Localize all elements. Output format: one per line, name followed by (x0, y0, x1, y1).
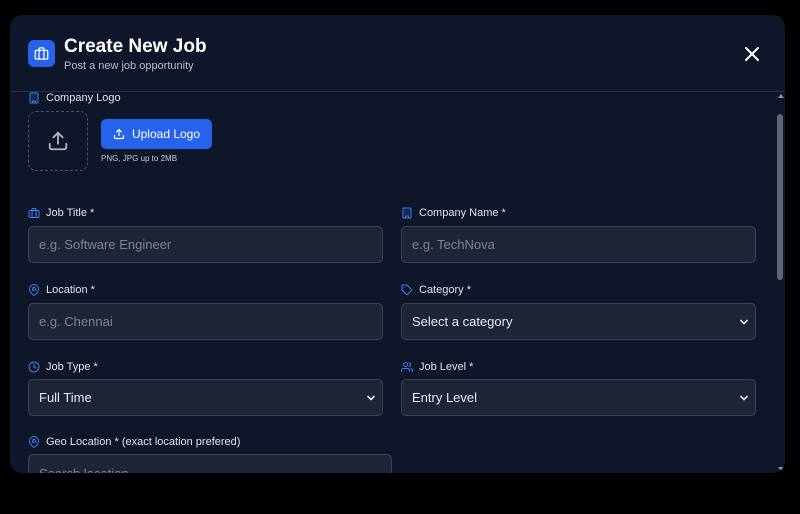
job-level-select-value: Entry Level (412, 390, 478, 405)
scrollbar-thumb[interactable] (777, 114, 783, 280)
category-label-text: Category * (419, 284, 471, 296)
geo-location-label: Geo Location * (exact location prefered) (28, 436, 240, 448)
upload-icon (113, 128, 125, 140)
scroll-up-arrow-icon[interactable] (778, 94, 784, 98)
geo-location-search-input[interactable] (28, 454, 392, 473)
briefcase-icon (28, 208, 40, 218)
job-level-label: Job Level * (401, 361, 473, 373)
building-icon (29, 92, 39, 104)
job-title-label-text: Job Title * (46, 207, 95, 219)
company-logo-label-text: Company Logo (46, 92, 121, 104)
job-type-select[interactable]: Full Time (28, 379, 383, 416)
upload-logo-button[interactable]: Upload Logo (101, 119, 212, 149)
close-button[interactable] (742, 44, 762, 64)
map-pin-icon (29, 284, 39, 296)
geo-location-label-text: Geo Location * (exact location prefered) (46, 436, 241, 448)
job-level-label-text: Job Level * (419, 361, 474, 373)
scroll-down-arrow-icon[interactable] (778, 467, 784, 471)
chevron-down-icon (740, 319, 748, 325)
category-select[interactable]: Select a category (401, 303, 756, 340)
location-label: Location * (28, 284, 95, 296)
users-icon (401, 362, 413, 372)
category-select-value: Select a category (412, 314, 513, 329)
logo-dropzone[interactable] (28, 111, 88, 171)
company-name-input[interactable] (401, 226, 756, 263)
job-type-label-text: Job Type * (46, 361, 98, 373)
upload-logo-label: Upload Logo (131, 127, 201, 141)
building-icon (402, 207, 412, 219)
job-title-label: Job Title * (28, 207, 94, 219)
modal-title: Create New Job (64, 36, 207, 57)
close-icon (745, 47, 759, 61)
company-name-label-text: Company Name * (419, 207, 506, 219)
map-pin-icon (29, 436, 39, 448)
job-level-select[interactable]: Entry Level (401, 379, 756, 416)
category-label: Category * (401, 284, 471, 296)
upload-icon (48, 131, 68, 151)
job-type-label: Job Type * (28, 361, 98, 373)
modal-body: Company Logo Upload Logo PNG, JPG up to … (10, 92, 775, 473)
job-title-input[interactable] (28, 226, 383, 263)
clock-icon (28, 361, 40, 373)
modal-header: Create New Job Post a new job opportunit… (10, 15, 785, 92)
job-type-select-value: Full Time (39, 390, 92, 405)
briefcase-icon (28, 40, 55, 67)
modal-scrollbar[interactable] (775, 92, 785, 473)
tag-icon (401, 284, 413, 296)
create-job-modal: Create New Job Post a new job opportunit… (10, 15, 785, 473)
chevron-down-icon (367, 395, 375, 401)
location-label-text: Location * (46, 284, 95, 296)
company-logo-label: Company Logo (28, 92, 121, 104)
upload-hint: PNG, JPG up to 2MB (101, 154, 178, 163)
location-input[interactable] (28, 303, 383, 340)
modal-subtitle: Post a new job opportunity (64, 60, 194, 72)
company-name-label: Company Name * (401, 207, 506, 219)
chevron-down-icon (740, 395, 748, 401)
